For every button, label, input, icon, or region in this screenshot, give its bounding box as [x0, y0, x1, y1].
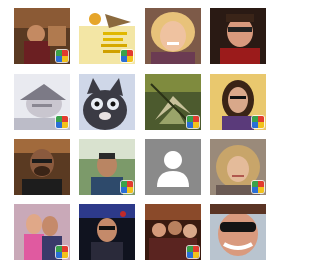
multicolor-network-icon [121, 50, 133, 62]
profile-photo [79, 204, 135, 260]
multicolor-network-icon [187, 246, 199, 258]
multicolor-network-icon [56, 116, 68, 128]
profile-photo [79, 74, 135, 130]
friend-photo-4[interactable] [210, 8, 266, 64]
multicolor-network-icon [252, 116, 264, 128]
friend-photo-1[interactable] [14, 8, 70, 64]
profile-photo [14, 139, 70, 195]
profile-photo [145, 8, 201, 64]
multicolor-network-icon [121, 181, 133, 193]
friend-photo-grid [0, 0, 266, 260]
friend-photo-13[interactable] [14, 204, 70, 260]
friend-photo-15[interactable] [145, 204, 201, 260]
friend-photo-9[interactable] [14, 139, 70, 195]
friend-photo-12[interactable] [210, 139, 266, 195]
friend-photo-14[interactable] [79, 204, 135, 260]
friend-photo-16[interactable] [210, 204, 266, 260]
multicolor-network-icon [187, 116, 199, 128]
profile-photo [210, 204, 266, 260]
friend-photo-3[interactable] [145, 8, 201, 64]
friend-photo-10[interactable] [79, 139, 135, 195]
friend-photo-2[interactable] [79, 8, 135, 64]
multicolor-network-icon [252, 181, 264, 193]
profile-photo [210, 8, 266, 64]
friend-photo-6[interactable] [79, 74, 135, 130]
default-avatar-icon [145, 139, 201, 195]
friend-photo-5[interactable] [14, 74, 70, 130]
multicolor-network-icon [56, 50, 68, 62]
friend-photo-11[interactable] [145, 139, 201, 195]
multicolor-network-icon [56, 246, 68, 258]
friend-photo-8[interactable] [210, 74, 266, 130]
friend-photo-7[interactable] [145, 74, 201, 130]
